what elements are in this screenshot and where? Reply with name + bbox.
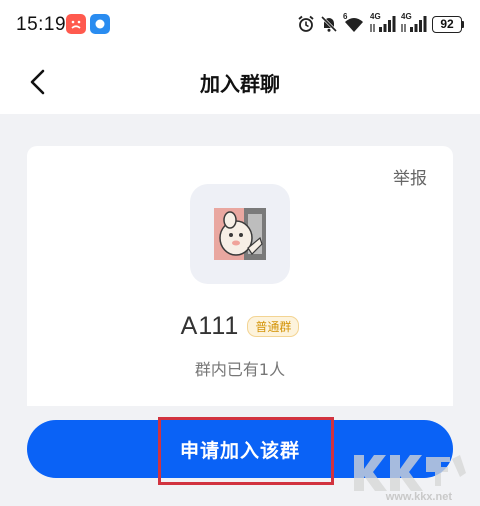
- group-type-badge: 普通群: [247, 316, 300, 337]
- nav-bar: 加入群聊: [0, 50, 480, 114]
- group-info-card: 举报 A111 普通群 群内已有1人: [27, 146, 453, 406]
- status-indicators: 6 4G 4G 92: [297, 12, 464, 34]
- group-avatar: [190, 184, 290, 284]
- apply-join-group-button[interactable]: 申请加入该群: [27, 420, 453, 478]
- page-title: 加入群聊: [200, 72, 280, 96]
- watermark-url: www.kkx.net: [385, 491, 452, 503]
- wifi-icon: [345, 18, 363, 32]
- sad-face-app-icon: [66, 14, 86, 34]
- group-name-row: A111 普通群: [27, 312, 453, 341]
- group-avatar-image: [214, 208, 266, 260]
- join-button-label: 申请加入该群: [179, 439, 300, 462]
- cell-signal-icon: [401, 16, 427, 32]
- battery-level: 92: [432, 15, 462, 33]
- battery-icon: 92: [432, 15, 464, 33]
- report-button[interactable]: 举报: [393, 164, 427, 189]
- group-name: A111: [180, 312, 240, 340]
- cell-signal-icon: [370, 16, 396, 32]
- alarm-icon: [298, 15, 314, 32]
- status-bar: 15:19 6 4G 4G 92: [0, 0, 480, 50]
- member-count: 群内已有1人: [194, 360, 286, 379]
- status-time: 15:19: [16, 14, 67, 35]
- blue-app-icon: [90, 14, 110, 34]
- mute-bell-icon: [320, 15, 338, 33]
